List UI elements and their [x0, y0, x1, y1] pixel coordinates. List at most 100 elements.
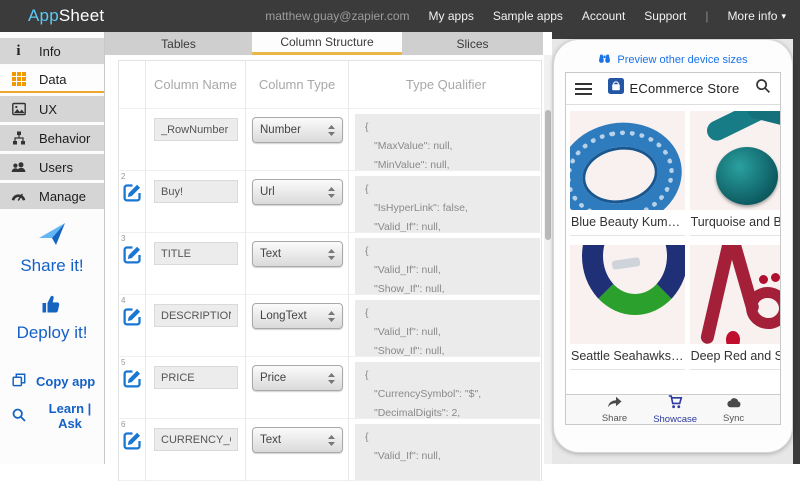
qualifier-line: { [365, 242, 530, 261]
edit-row-button[interactable] [122, 430, 143, 451]
scrollbar-thumb[interactable] [545, 110, 551, 240]
type-qualifier-box[interactable]: {"Valid_If": null,"Show_If": null, [355, 300, 540, 356]
type-qualifier-box[interactable]: {"IsHyperLink": false,"Valid_If": null, [355, 176, 540, 232]
tab-tables[interactable]: Tables [105, 32, 252, 55]
column-type-select[interactable]: Number [252, 117, 343, 143]
qualifier-line: "DecimalDigits": 2, [365, 404, 530, 418]
table-header-row: Column Name Column Type Type Qualifier [119, 61, 541, 109]
share-nav-button[interactable]: Share [602, 396, 627, 424]
deploy-it-button[interactable]: Deploy it! [0, 323, 104, 343]
sidebar-item-ux[interactable]: UX [0, 96, 104, 122]
nav-my-apps[interactable]: My apps [429, 9, 474, 23]
qualifier-line: { [365, 118, 530, 137]
column-name-input[interactable] [154, 304, 238, 327]
qualifier-line: { [365, 366, 530, 385]
sidebar-item-info[interactable]: i Info [0, 38, 104, 64]
sync-nav-button[interactable]: Sync [723, 396, 744, 424]
chevron-down-icon: ▾ [781, 11, 786, 22]
more-info-menu[interactable]: More info▾ [727, 9, 786, 23]
user-email[interactable]: matthew.guay@zapier.com [265, 9, 409, 23]
cart-icon [668, 395, 683, 413]
edit-row-button[interactable] [122, 306, 143, 327]
table-row: 4 LongText {"Valid_If": null,"Show_If": … [119, 295, 541, 357]
column-type-value: Number [260, 124, 301, 136]
column-type-select[interactable]: Url [252, 179, 343, 205]
table-row: Number {"MaxValue": null,"MinValue": nul… [119, 109, 541, 171]
product-card[interactable]: Blue Beauty Kum… [570, 111, 685, 236]
column-type-select[interactable]: Text [252, 427, 343, 453]
users-icon [11, 160, 26, 175]
product-title: Seattle Seahawks… [570, 344, 685, 370]
column-name-input[interactable] [154, 428, 238, 451]
stepper-icon [328, 311, 335, 322]
app-title: ECommerce Store [630, 81, 740, 96]
preview-other-device-sizes-link[interactable]: Preview other device sizes [554, 53, 792, 67]
sidebar-item-label: Info [39, 44, 61, 59]
product-card[interactable]: Deep Red and Sil… [690, 245, 780, 370]
product-card[interactable]: Turquoise and Bl… [690, 111, 780, 236]
tab-column-structure[interactable]: Column Structure [252, 32, 402, 55]
stepper-icon [328, 373, 335, 384]
tab-slices[interactable]: Slices [402, 32, 543, 55]
showcase-nav-button[interactable]: Showcase [653, 395, 697, 425]
column-name-input[interactable] [154, 118, 238, 141]
column-type-header: Column Type [246, 61, 349, 109]
nav-account[interactable]: Account [582, 9, 625, 23]
edit-column-header [119, 61, 146, 109]
type-qualifier-box[interactable]: {"CurrencySymbol": "$","DecimalDigits": … [355, 362, 540, 418]
copy-app-button[interactable]: Copy app [0, 373, 104, 390]
top-header-bar: AppSheet matthew.guay@zapier.com My apps… [0, 0, 800, 32]
column-type-select[interactable]: Text [252, 241, 343, 267]
column-name-input[interactable] [154, 366, 238, 389]
stepper-icon [328, 125, 335, 136]
search-icon[interactable] [755, 78, 771, 99]
column-type-select[interactable]: Price [252, 365, 343, 391]
sidebar-item-label: UX [39, 102, 57, 117]
row-number: 2 [121, 172, 125, 181]
sidebar-item-manage[interactable]: Manage [0, 183, 104, 209]
edit-row-button[interactable] [122, 244, 143, 265]
search-icon [12, 408, 26, 425]
type-qualifier-box[interactable]: {"MaxValue": null,"MinValue": null, [355, 114, 540, 170]
product-title: Deep Red and Sil… [690, 344, 780, 370]
type-qualifier-box[interactable]: {"Valid_If": null,"Show_If": null, [355, 238, 540, 294]
top-nav: matthew.guay@zapier.com My apps Sample a… [265, 9, 786, 23]
column-structure-table: Column Name Column Type Type Qualifier N… [118, 60, 542, 481]
share-it-button[interactable]: Share it! [0, 256, 104, 276]
product-card[interactable]: Seattle Seahawks… [570, 245, 685, 370]
sidebar-item-behavior[interactable]: Behavior [0, 125, 104, 151]
left-sidebar: i Info Data UX Behavior Users [0, 32, 105, 464]
row-number: 3 [121, 234, 125, 243]
nav-support[interactable]: Support [644, 9, 686, 23]
app-header: ECommerce Store [566, 73, 780, 105]
sidebar-item-label: Users [39, 160, 73, 175]
stepper-icon [328, 435, 335, 446]
nav-sample-apps[interactable]: Sample apps [493, 9, 563, 23]
thumbs-up-icon[interactable] [41, 294, 63, 319]
type-qualifier-box[interactable]: {"Valid_If": null, [355, 424, 540, 480]
column-type-select[interactable]: LongText [252, 303, 343, 329]
column-name-input[interactable] [154, 180, 238, 203]
qualifier-line: { [365, 304, 530, 323]
product-image-blue-necklace [570, 111, 685, 210]
main-content: Tables Column Structure Slices Column Na… [105, 32, 552, 464]
column-name-input[interactable] [154, 242, 238, 265]
copy-app-label: Copy app [36, 374, 95, 389]
sidebar-item-label: Behavior [39, 131, 90, 146]
learn-ask-button[interactable]: Learn | Ask [0, 401, 104, 431]
qualifier-line: "Valid_If": null, [365, 447, 530, 466]
edit-row-button[interactable] [122, 182, 143, 203]
row-number: 4 [121, 296, 125, 305]
share-arrow-icon [607, 396, 622, 412]
app-bottom-nav: Share Showcase Sync [566, 394, 780, 425]
appsheet-logo[interactable]: AppSheet [28, 6, 104, 26]
edit-row-button[interactable] [122, 368, 143, 389]
menu-icon[interactable] [575, 80, 592, 98]
column-type-value: Text [260, 434, 281, 446]
sidebar-item-data[interactable]: Data [0, 67, 104, 93]
sidebar-item-users[interactable]: Users [0, 154, 104, 180]
copy-icon [12, 373, 26, 390]
binoculars-icon [598, 53, 611, 67]
table-row: 2 Url {"IsHyperLink": false,"Valid_If": … [119, 171, 541, 233]
paper-plane-icon[interactable] [37, 221, 67, 252]
